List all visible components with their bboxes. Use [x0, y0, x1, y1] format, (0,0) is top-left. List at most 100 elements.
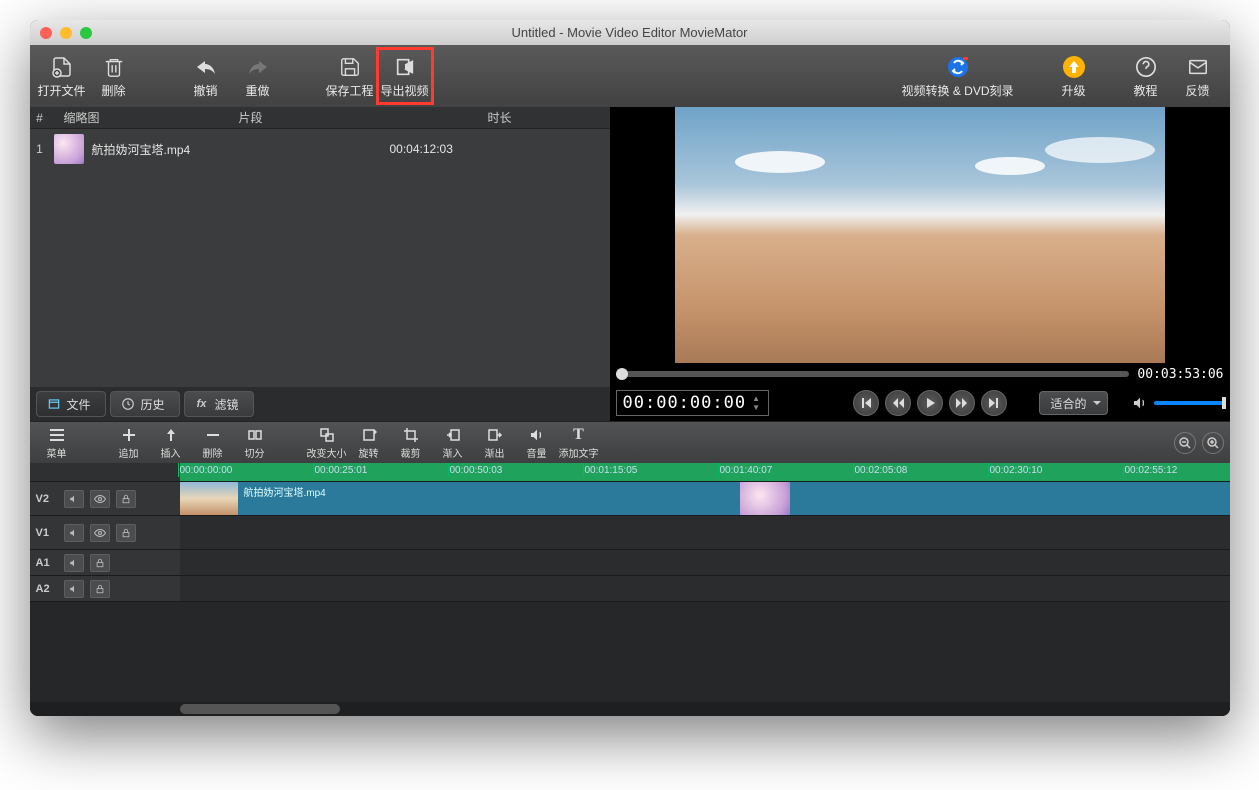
main-toolbar: 打开文件 删除 撤销 重做 保存工程 [30, 45, 1230, 107]
delete-button[interactable]: 删除 [88, 48, 140, 104]
volume-slider[interactable] [1154, 401, 1224, 405]
track-v1: V1 [30, 515, 1230, 549]
timeline-scrollbar[interactable] [30, 702, 1230, 716]
skip-end-button[interactable] [981, 390, 1007, 416]
open-file-button[interactable]: 打开文件 [36, 48, 88, 104]
resize-button[interactable]: 改变大小 [306, 423, 348, 463]
export-video-button[interactable]: 导出视频 [379, 48, 431, 104]
split-button[interactable]: 切分 [234, 423, 276, 463]
track-a1-label: A1 [36, 557, 58, 569]
track-lock-button[interactable] [116, 524, 136, 542]
media-list-pane: # 缩略图 片段 时长 1 航拍妫河宝塔.mp4 00:04:12:03 文件 [30, 107, 610, 421]
split-label: 切分 [245, 445, 265, 460]
media-row[interactable]: 1 航拍妫河宝塔.mp4 00:04:12:03 [30, 129, 610, 169]
undo-label: 撤销 [193, 82, 217, 99]
menu-button[interactable]: 菜单 [36, 423, 78, 463]
text-label: 添加文字 [559, 445, 599, 460]
zoom-fit-select[interactable]: 适合的 [1039, 391, 1107, 415]
append-button[interactable]: 追加 [108, 423, 150, 463]
feedback-button[interactable]: 反馈 [1172, 48, 1224, 104]
timecode-down[interactable]: ▼ [750, 403, 762, 412]
upgrade-icon [1061, 54, 1087, 80]
track-lock-button[interactable] [90, 554, 110, 572]
crop-button[interactable]: 裁剪 [390, 423, 432, 463]
upgrade-label: 升级 [1061, 82, 1085, 99]
timecode-input[interactable]: 00:00:00:00 ▲ ▼ [616, 390, 770, 416]
ruler[interactable]: 00:00:00:0000:00:25:0100:00:50:0300:01:1… [180, 463, 1230, 481]
preview-pane: 00:03:53:06 00:00:00:00 ▲ ▼ 适合的 [610, 107, 1230, 421]
feedback-label: 反馈 [1185, 82, 1209, 99]
open-file-icon [49, 54, 75, 80]
track-mute-button[interactable] [64, 554, 84, 572]
list-header: # 缩略图 片段 时长 [30, 107, 610, 129]
mail-icon [1185, 54, 1211, 80]
row-index: 1 [30, 142, 50, 156]
seek-head[interactable] [616, 368, 628, 380]
ruler-tick: 00:02:05:08 [855, 465, 908, 476]
convert-label: 视频转换 & DVD刻录 [901, 82, 1013, 99]
tab-file-label: 文件 [67, 396, 91, 413]
skip-start-button[interactable] [853, 390, 879, 416]
timecode-value: 00:00:00:00 [623, 393, 747, 413]
track-mute-button[interactable] [64, 490, 84, 508]
track-visible-button[interactable] [90, 524, 110, 542]
track-visible-button[interactable] [90, 490, 110, 508]
play-button[interactable] [917, 390, 943, 416]
delete-label: 删除 [101, 82, 125, 99]
clip-main[interactable]: 航拍妫河宝塔.mp4 [180, 482, 740, 515]
volume-icon[interactable] [1132, 395, 1148, 411]
open-file-label: 打开文件 [37, 82, 85, 99]
undo-button[interactable]: 撤销 [180, 48, 232, 104]
redo-button[interactable]: 重做 [232, 48, 284, 104]
add-text-button[interactable]: T 添加文字 [558, 423, 600, 463]
tl-delete-button[interactable]: 删除 [192, 423, 234, 463]
export-icon [392, 54, 418, 80]
ruler-tick: 00:02:55:12 [1125, 465, 1178, 476]
insert-label: 插入 [161, 445, 181, 460]
row-filename: 航拍妫河宝塔.mp4 [84, 141, 390, 158]
zoom-fit-label: 适合的 [1050, 395, 1086, 412]
resize-icon [318, 426, 336, 444]
track-a2-label: A2 [36, 583, 58, 595]
fadein-button[interactable]: 渐入 [432, 423, 474, 463]
tab-filter-label: 滤镜 [215, 396, 239, 413]
pane-tabs: 文件 历史 fx 滤镜 [30, 387, 610, 421]
save-icon [337, 54, 363, 80]
track-v2: V2 航拍妫河宝塔.mp4 [30, 481, 1230, 515]
rotate-button[interactable]: 旋转 [348, 423, 390, 463]
scrollbar-thumb[interactable] [180, 704, 340, 714]
rotate-icon [360, 426, 378, 444]
row-duration: 00:04:12:03 [390, 142, 610, 156]
export-label: 导出视频 [380, 82, 428, 99]
save-project-button[interactable]: 保存工程 [324, 48, 376, 104]
fadeout-button[interactable]: 渐出 [474, 423, 516, 463]
clip-thumb-right[interactable] [740, 482, 790, 515]
hdr-duration: 时长 [390, 109, 610, 126]
convert-dvd-button[interactable]: 视频转换 & DVD刻录 [898, 48, 1018, 104]
crop-label: 裁剪 [401, 445, 421, 460]
fx-icon: fx [195, 397, 209, 411]
fastforward-button[interactable] [949, 390, 975, 416]
tab-history[interactable]: 历史 [110, 391, 180, 417]
clip-name: 航拍妫河宝塔.mp4 [244, 484, 326, 499]
zoom-out-button[interactable] [1174, 432, 1196, 454]
tl-volume-button[interactable]: 音量 [516, 423, 558, 463]
track-lock-button[interactable] [90, 580, 110, 598]
tab-filter[interactable]: fx 滤镜 [184, 391, 254, 417]
upgrade-button[interactable]: 升级 [1048, 48, 1100, 104]
tutorial-button[interactable]: 教程 [1120, 48, 1172, 104]
track-mute-button[interactable] [64, 580, 84, 598]
help-icon [1133, 54, 1159, 80]
rewind-button[interactable] [885, 390, 911, 416]
clip-tail[interactable] [790, 482, 1230, 515]
timecode-up[interactable]: ▲ [750, 394, 762, 403]
append-label: 追加 [119, 445, 139, 460]
seek-bar[interactable] [616, 371, 1130, 377]
volume-head[interactable] [1222, 397, 1226, 409]
tab-file[interactable]: 文件 [36, 391, 106, 417]
zoom-in-button[interactable] [1202, 432, 1224, 454]
clip-thumb-left [180, 482, 238, 515]
track-lock-button[interactable] [116, 490, 136, 508]
track-mute-button[interactable] [64, 524, 84, 542]
insert-button[interactable]: 插入 [150, 423, 192, 463]
